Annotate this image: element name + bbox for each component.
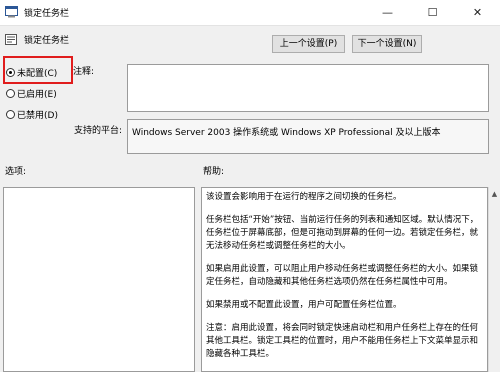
setting-icon — [5, 34, 17, 45]
radio-not-configured[interactable]: 未配置(C) — [6, 66, 57, 79]
radio-label: 已启用(E) — [17, 90, 57, 100]
scroll-up-icon[interactable]: ▲ — [489, 187, 500, 201]
radio-button[interactable] — [6, 68, 15, 77]
radio-label: 已禁用(D) — [17, 111, 58, 121]
minimize-button[interactable]: — — [365, 0, 410, 25]
comment-label: 注释: — [73, 67, 95, 77]
supported-on-value: Windows Server 2003 操作系统或 Windows XP Pro… — [132, 128, 441, 138]
help-paragraph: 任务栏包括“开始”按钮、当前运行任务的列表和通知区域。默认情况下，任务栏位于屏幕… — [206, 215, 479, 251]
radio-label: 未配置(C) — [17, 69, 58, 79]
next-setting-button[interactable]: 下一个设置(N) — [352, 35, 422, 53]
radio-button[interactable] — [6, 110, 15, 119]
help-paragraph: 如果启用此设置，可以阻止用户移动任务栏或调整任务栏的大小。如果锁定任务栏，自动隐… — [206, 264, 479, 287]
help-panel: 该设置会影响用于在运行的程序之间切换的任务栏。 任务栏包括“开始”按钮、当前运行… — [201, 187, 488, 372]
supported-on-label: 支持的平台: — [74, 126, 123, 136]
previous-setting-button[interactable]: 上一个设置(P) — [272, 35, 345, 53]
radio-disabled[interactable]: 已禁用(D) — [6, 108, 58, 121]
radio-enabled[interactable]: 已启用(E) — [6, 87, 57, 100]
help-paragraph: 注意：启用此设置，将会同时锁定快速启动栏和用户任务栏上存在的任何其他工具栏。锁定… — [206, 323, 479, 359]
help-label: 帮助: — [203, 167, 225, 177]
window-title: 锁定任务栏 — [24, 9, 70, 19]
comment-textarea[interactable] — [127, 64, 489, 112]
help-paragraph: 如果禁用或不配置此设置，用户可配置任务栏位置。 — [206, 300, 402, 310]
close-button[interactable]: ✕ — [455, 0, 500, 25]
title-bar: 锁定任务栏 — ☐ ✕ — [0, 0, 500, 26]
help-paragraph: 该设置会影响用于在运行的程序之间切换的任务栏。 — [206, 192, 402, 202]
supported-on-box: Windows Server 2003 操作系统或 Windows XP Pro… — [127, 119, 489, 154]
radio-button[interactable] — [6, 89, 15, 98]
help-scrollbar[interactable]: ▲ — [488, 187, 500, 372]
options-panel — [3, 187, 195, 372]
help-text: 该设置会影响用于在运行的程序之间切换的任务栏。 任务栏包括“开始”按钮、当前运行… — [206, 191, 484, 371]
policy-settings-icon — [5, 6, 18, 18]
maximize-button[interactable]: ☐ — [410, 0, 455, 25]
options-label: 选项: — [5, 167, 27, 177]
setting-title: 锁定任务栏 — [24, 36, 70, 46]
